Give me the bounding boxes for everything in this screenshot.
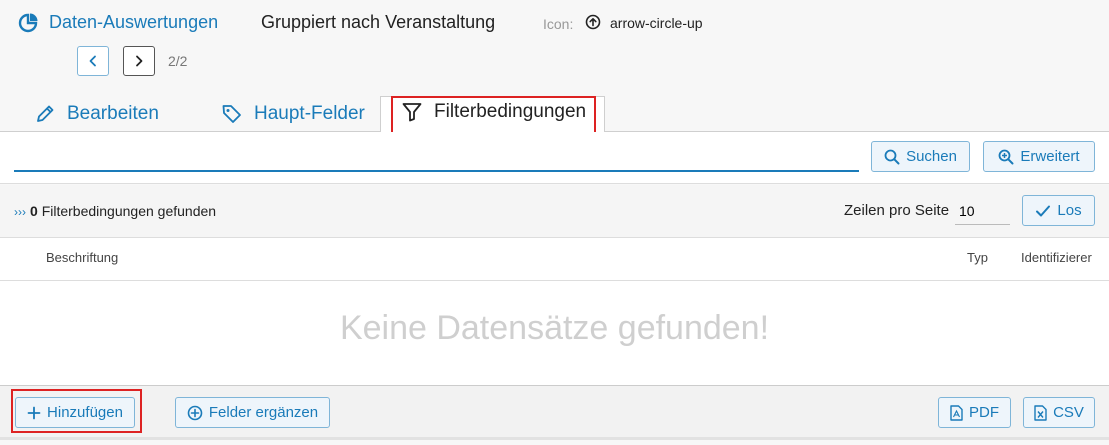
- tab-label: Filterbedingungen: [434, 101, 587, 122]
- search-input[interactable]: [14, 144, 859, 172]
- expand-arrows-icon[interactable]: ›››: [14, 205, 26, 219]
- tab-filterbedingungen-content[interactable]: Filterbedingungen: [401, 101, 586, 123]
- go-button[interactable]: Los: [1022, 195, 1095, 226]
- excel-file-icon: [1034, 404, 1047, 421]
- advanced-search-button[interactable]: Erweitert: [983, 141, 1095, 172]
- csv-export-button[interactable]: CSV: [1023, 397, 1095, 428]
- results-bar: ››› 0 Filterbedingungen gefunden Zeilen p…: [0, 185, 1109, 238]
- results-count-number: 0: [30, 203, 38, 219]
- rows-per-page-label: Zeilen pro Seite: [844, 202, 950, 219]
- add-fields-button-label: Felder ergänzen: [208, 404, 319, 421]
- icon-field-label: Icon:: [543, 16, 574, 32]
- filter-icon: [402, 103, 422, 122]
- plus-icon: [27, 406, 41, 419]
- empty-message: Keine Datensätze gefunden!: [339, 309, 770, 347]
- footer-toolbar: Hinzufügen Felder ergänzen PDF CSV: [0, 386, 1109, 440]
- chevron-left-icon: [89, 55, 96, 67]
- page-indicator: 2/2: [168, 53, 188, 69]
- tab-bearbeiten[interactable]: Bearbeiten: [34, 96, 159, 132]
- advanced-button-label: Erweitert: [1020, 148, 1080, 165]
- add-button[interactable]: Hinzufügen: [15, 397, 135, 428]
- checkmark-icon: [1036, 205, 1051, 216]
- pdf-button-label: PDF: [969, 404, 999, 421]
- tab-haupt-felder[interactable]: Haupt-Felder: [221, 96, 365, 132]
- column-header-beschriftung[interactable]: Beschriftung: [46, 250, 118, 265]
- rows-per-page-input[interactable]: [955, 198, 1010, 225]
- previous-record-button[interactable]: [77, 46, 109, 76]
- pencil-icon: [37, 105, 54, 122]
- next-record-button[interactable]: [123, 46, 155, 76]
- column-header-typ[interactable]: Typ: [967, 250, 988, 265]
- tab-label: Haupt-Felder: [254, 103, 365, 124]
- app-title[interactable]: Daten-Auswertungen: [49, 12, 218, 33]
- go-button-label: Los: [1057, 202, 1082, 219]
- pdf-export-button[interactable]: PDF: [938, 397, 1011, 428]
- column-header-identifizierer[interactable]: Identifizierer: [1021, 250, 1092, 265]
- tag-icon: [222, 105, 241, 123]
- record-title: Gruppiert nach Veranstaltung: [261, 12, 496, 32]
- add-fields-button[interactable]: Felder ergänzen: [175, 397, 330, 428]
- search-icon: [884, 149, 900, 164]
- csv-button-label: CSV: [1053, 404, 1084, 421]
- page: Daten-Auswertungen Gruppiert nach Verans…: [0, 0, 1109, 445]
- tab-label: Bearbeiten: [67, 103, 159, 124]
- results-count-text: Filterbedingungen gefunden: [41, 203, 217, 219]
- pie-chart-icon: [18, 13, 38, 33]
- plus-circle-icon: [187, 405, 203, 420]
- search-bar: Suchen Erweitert: [0, 132, 1109, 184]
- results-count: ››› 0 Filterbedingungen gefunden: [14, 203, 216, 219]
- search-button[interactable]: Suchen: [871, 141, 970, 172]
- header: Daten-Auswertungen Gruppiert nach Verans…: [0, 0, 1109, 44]
- table-body: Keine Datensätze gefunden!: [0, 281, 1109, 386]
- icon-field-value: arrow-circle-up: [610, 15, 703, 31]
- add-button-label: Hinzufügen: [47, 404, 123, 421]
- arrow-circle-up-icon: [585, 14, 601, 30]
- table-header: Beschriftung Typ Identifizierer: [0, 238, 1109, 281]
- chevron-right-icon: [136, 55, 143, 67]
- zoom-in-icon: [999, 149, 1014, 164]
- pdf-file-icon: [950, 404, 963, 421]
- search-button-label: Suchen: [906, 148, 957, 165]
